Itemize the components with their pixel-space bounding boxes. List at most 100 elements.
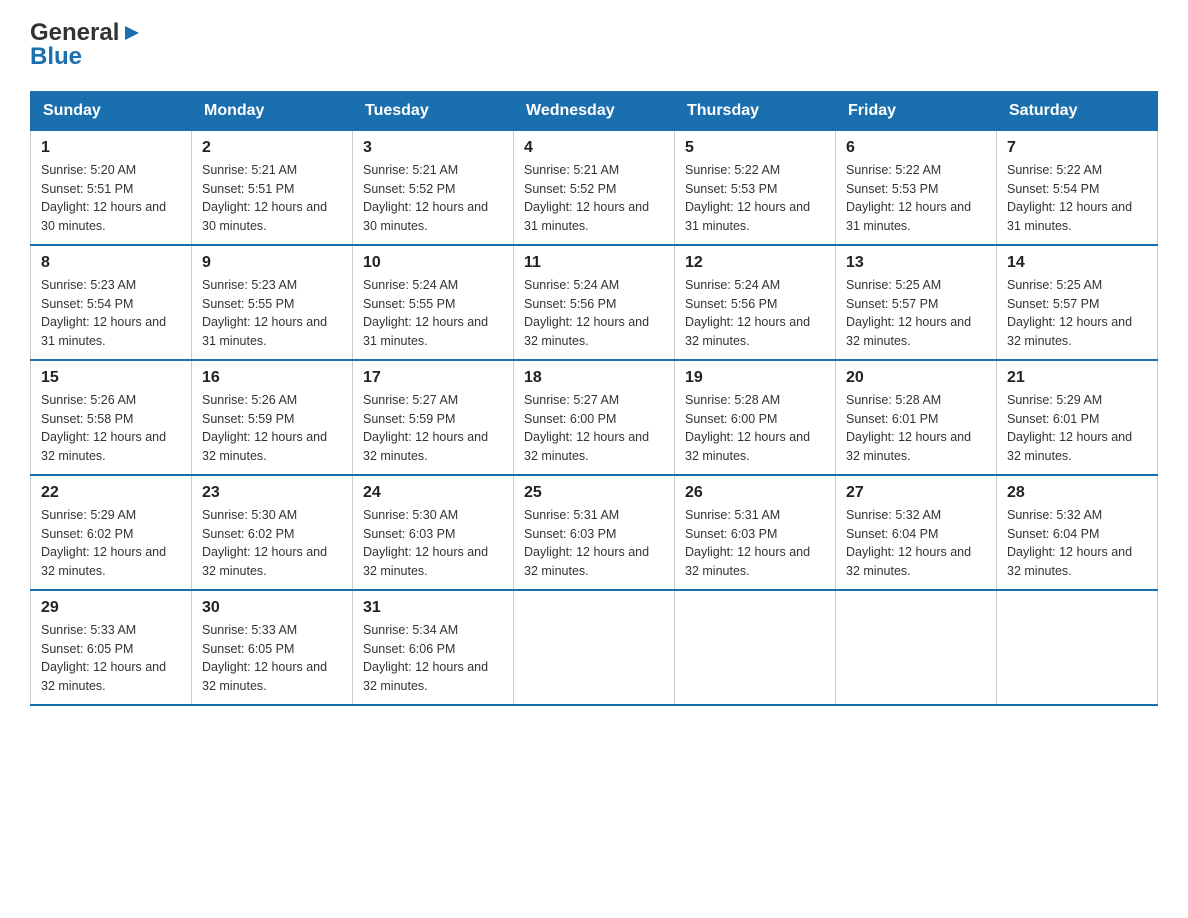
day-cell: 16 Sunrise: 5:26 AMSunset: 5:59 PMDayligh… bbox=[192, 360, 353, 475]
day-info: Sunrise: 5:22 AMSunset: 5:53 PMDaylight:… bbox=[685, 161, 825, 236]
day-number: 19 bbox=[685, 369, 825, 387]
day-number: 25 bbox=[524, 484, 664, 502]
day-cell: 23 Sunrise: 5:30 AMSunset: 6:02 PMDayligh… bbox=[192, 475, 353, 590]
day-cell: 5 Sunrise: 5:22 AMSunset: 5:53 PMDaylight… bbox=[675, 130, 836, 245]
week-row-1: 1 Sunrise: 5:20 AMSunset: 5:51 PMDaylight… bbox=[31, 130, 1158, 245]
day-cell: 2Sunrise: 5:21 AMSunset: 5:51 PMDaylight… bbox=[192, 130, 353, 245]
day-info: Sunrise: 5:27 AMSunset: 5:59 PMDaylight:… bbox=[363, 391, 503, 466]
day-cell: 24 Sunrise: 5:30 AMSunset: 6:03 PMDayligh… bbox=[353, 475, 514, 590]
logo-wordmark: General Blue bbox=[30, 20, 143, 71]
day-cell: 6 Sunrise: 5:22 AMSunset: 5:53 PMDaylight… bbox=[836, 130, 997, 245]
header-monday: Monday bbox=[192, 91, 353, 130]
day-info: Sunrise: 5:32 AMSunset: 6:04 PMDaylight:… bbox=[1007, 506, 1147, 581]
logo-arrow-icon bbox=[121, 22, 143, 44]
day-info: Sunrise: 5:30 AMSunset: 6:02 PMDaylight:… bbox=[202, 506, 342, 581]
calendar-header-row: SundayMondayTuesdayWednesdayThursdayFrid… bbox=[31, 91, 1158, 130]
day-number: 14 bbox=[1007, 254, 1147, 272]
day-number: 21 bbox=[1007, 369, 1147, 387]
day-info: Sunrise: 5:25 AMSunset: 5:57 PMDaylight:… bbox=[1007, 276, 1147, 351]
day-number: 6 bbox=[846, 139, 986, 157]
day-cell: 12 Sunrise: 5:24 AMSunset: 5:56 PMDayligh… bbox=[675, 245, 836, 360]
day-info: Sunrise: 5:24 AMSunset: 5:55 PMDaylight:… bbox=[363, 276, 503, 351]
week-row-4: 22 Sunrise: 5:29 AMSunset: 6:02 PMDayligh… bbox=[31, 475, 1158, 590]
day-cell: 30 Sunrise: 5:33 AMSunset: 6:05 PMDayligh… bbox=[192, 590, 353, 705]
day-cell: 20 Sunrise: 5:28 AMSunset: 6:01 PMDayligh… bbox=[836, 360, 997, 475]
day-info: Sunrise: 5:24 AMSunset: 5:56 PMDaylight:… bbox=[524, 276, 664, 351]
day-number: 16 bbox=[202, 369, 342, 387]
day-cell: 1 Sunrise: 5:20 AMSunset: 5:51 PMDaylight… bbox=[31, 130, 192, 245]
day-cell: 29Sunrise: 5:33 AMSunset: 6:05 PMDayligh… bbox=[31, 590, 192, 705]
day-number: 9 bbox=[202, 254, 342, 272]
day-info: Sunrise: 5:29 AMSunset: 6:01 PMDaylight:… bbox=[1007, 391, 1147, 466]
day-number: 15 bbox=[41, 369, 181, 387]
header-thursday: Thursday bbox=[675, 91, 836, 130]
day-info: Sunrise: 5:25 AMSunset: 5:57 PMDaylight:… bbox=[846, 276, 986, 351]
day-info: Sunrise: 5:33 AMSunset: 6:05 PMDaylight:… bbox=[202, 621, 342, 696]
day-cell: 15 Sunrise: 5:26 AMSunset: 5:58 PMDayligh… bbox=[31, 360, 192, 475]
day-cell: 4 Sunrise: 5:21 AMSunset: 5:52 PMDaylight… bbox=[514, 130, 675, 245]
day-info: Sunrise: 5:31 AMSunset: 6:03 PMDaylight:… bbox=[524, 506, 664, 581]
day-cell: 18 Sunrise: 5:27 AMSunset: 6:00 PMDayligh… bbox=[514, 360, 675, 475]
day-info: Sunrise: 5:32 AMSunset: 6:04 PMDaylight:… bbox=[846, 506, 986, 581]
day-info: Sunrise: 5:34 AMSunset: 6:06 PMDaylight:… bbox=[363, 621, 503, 696]
day-info: Sunrise: 5:22 AMSunset: 5:54 PMDaylight:… bbox=[1007, 161, 1147, 236]
day-info: Sunrise: 5:24 AMSunset: 5:56 PMDaylight:… bbox=[685, 276, 825, 351]
day-number: 27 bbox=[846, 484, 986, 502]
day-number: 20 bbox=[846, 369, 986, 387]
header-friday: Friday bbox=[836, 91, 997, 130]
day-number: 30 bbox=[202, 599, 342, 617]
day-number: 23 bbox=[202, 484, 342, 502]
day-info: Sunrise: 5:27 AMSunset: 6:00 PMDaylight:… bbox=[524, 391, 664, 466]
day-cell: 9Sunrise: 5:23 AMSunset: 5:55 PMDaylight… bbox=[192, 245, 353, 360]
day-info: Sunrise: 5:23 AMSunset: 5:54 PMDaylight:… bbox=[41, 276, 181, 351]
day-number: 4 bbox=[524, 139, 664, 157]
day-cell bbox=[675, 590, 836, 705]
day-number: 12 bbox=[685, 254, 825, 272]
day-number: 28 bbox=[1007, 484, 1147, 502]
day-number: 26 bbox=[685, 484, 825, 502]
day-info: Sunrise: 5:31 AMSunset: 6:03 PMDaylight:… bbox=[685, 506, 825, 581]
day-info: Sunrise: 5:26 AMSunset: 5:59 PMDaylight:… bbox=[202, 391, 342, 466]
day-cell: 3Sunrise: 5:21 AMSunset: 5:52 PMDaylight… bbox=[353, 130, 514, 245]
day-info: Sunrise: 5:21 AMSunset: 5:51 PMDaylight:… bbox=[202, 161, 342, 236]
day-cell: 26 Sunrise: 5:31 AMSunset: 6:03 PMDayligh… bbox=[675, 475, 836, 590]
page-header: General Blue bbox=[30, 20, 1158, 71]
day-cell: 13 Sunrise: 5:25 AMSunset: 5:57 PMDayligh… bbox=[836, 245, 997, 360]
week-row-5: 29Sunrise: 5:33 AMSunset: 6:05 PMDayligh… bbox=[31, 590, 1158, 705]
day-cell: 31 Sunrise: 5:34 AMSunset: 6:06 PMDayligh… bbox=[353, 590, 514, 705]
day-cell: 11 Sunrise: 5:24 AMSunset: 5:56 PMDayligh… bbox=[514, 245, 675, 360]
day-info: Sunrise: 5:29 AMSunset: 6:02 PMDaylight:… bbox=[41, 506, 181, 581]
day-cell: 7Sunrise: 5:22 AMSunset: 5:54 PMDaylight… bbox=[997, 130, 1158, 245]
header-tuesday: Tuesday bbox=[353, 91, 514, 130]
day-number: 13 bbox=[846, 254, 986, 272]
week-row-3: 15 Sunrise: 5:26 AMSunset: 5:58 PMDayligh… bbox=[31, 360, 1158, 475]
day-info: Sunrise: 5:22 AMSunset: 5:53 PMDaylight:… bbox=[846, 161, 986, 236]
day-cell: 19Sunrise: 5:28 AMSunset: 6:00 PMDayligh… bbox=[675, 360, 836, 475]
day-number: 10 bbox=[363, 254, 503, 272]
logo-blue-text: Blue bbox=[30, 44, 143, 70]
day-info: Sunrise: 5:21 AMSunset: 5:52 PMDaylight:… bbox=[524, 161, 664, 236]
header-sunday: Sunday bbox=[31, 91, 192, 130]
day-number: 22 bbox=[41, 484, 181, 502]
day-info: Sunrise: 5:26 AMSunset: 5:58 PMDaylight:… bbox=[41, 391, 181, 466]
header-wednesday: Wednesday bbox=[514, 91, 675, 130]
header-saturday: Saturday bbox=[997, 91, 1158, 130]
day-number: 5 bbox=[685, 139, 825, 157]
day-cell: 10 Sunrise: 5:24 AMSunset: 5:55 PMDayligh… bbox=[353, 245, 514, 360]
day-cell: 22 Sunrise: 5:29 AMSunset: 6:02 PMDayligh… bbox=[31, 475, 192, 590]
day-cell: 17Sunrise: 5:27 AMSunset: 5:59 PMDayligh… bbox=[353, 360, 514, 475]
day-number: 8 bbox=[41, 254, 181, 272]
day-info: Sunrise: 5:30 AMSunset: 6:03 PMDaylight:… bbox=[363, 506, 503, 581]
day-number: 24 bbox=[363, 484, 503, 502]
day-info: Sunrise: 5:21 AMSunset: 5:52 PMDaylight:… bbox=[363, 161, 503, 236]
day-cell: 25 Sunrise: 5:31 AMSunset: 6:03 PMDayligh… bbox=[514, 475, 675, 590]
day-cell: 21 Sunrise: 5:29 AMSunset: 6:01 PMDayligh… bbox=[997, 360, 1158, 475]
week-row-2: 8 Sunrise: 5:23 AMSunset: 5:54 PMDaylight… bbox=[31, 245, 1158, 360]
day-info: Sunrise: 5:20 AMSunset: 5:51 PMDaylight:… bbox=[41, 161, 181, 236]
day-number: 18 bbox=[524, 369, 664, 387]
day-number: 1 bbox=[41, 139, 181, 157]
day-number: 31 bbox=[363, 599, 503, 617]
day-cell: 28 Sunrise: 5:32 AMSunset: 6:04 PMDayligh… bbox=[997, 475, 1158, 590]
day-info: Sunrise: 5:28 AMSunset: 6:01 PMDaylight:… bbox=[846, 391, 986, 466]
day-number: 11 bbox=[524, 254, 664, 272]
